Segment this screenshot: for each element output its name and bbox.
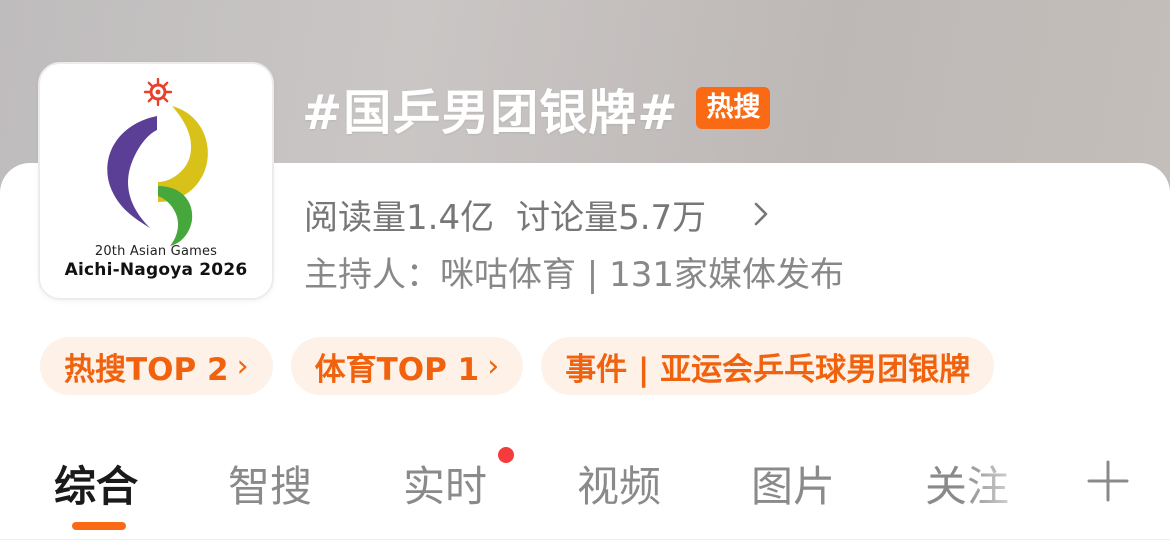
tab-realtime[interactable]: 实时 bbox=[403, 453, 487, 514]
hot-badge: 热搜 bbox=[696, 87, 771, 129]
new-content-dot bbox=[498, 447, 514, 463]
tab-smart-search[interactable]: 智搜 bbox=[228, 453, 312, 514]
topic-stats[interactable]: 阅读量1.4亿 讨论量5.7万 bbox=[304, 193, 776, 238]
topic-chips: 热搜TOP 2 › 体育TOP 1 › 事件 | 亚运会乒乓球男团银牌 bbox=[40, 337, 1012, 395]
discussion-count: 讨论量5.7万 bbox=[516, 197, 707, 238]
tab-scroll-fade bbox=[960, 445, 1080, 515]
topic-title: #国乒男团银牌# bbox=[302, 85, 679, 141]
tab-video[interactable]: 视频 bbox=[577, 453, 661, 514]
chevron-right-icon: › bbox=[236, 348, 249, 384]
chip-label: 热搜TOP 2 bbox=[64, 351, 229, 388]
result-tabs: 综合 智搜 实时 视频 图片 关注 bbox=[0, 445, 1170, 530]
asian-games-emblem-icon bbox=[107, 78, 208, 246]
chip-label: 体育TOP 1 bbox=[314, 351, 480, 388]
chip-label: 事件 | 亚运会乒乓球男团银牌 bbox=[565, 351, 971, 388]
tab-images[interactable]: 图片 bbox=[751, 453, 835, 514]
chip-hot-search-rank[interactable]: 热搜TOP 2 › bbox=[40, 337, 273, 395]
logo-caption-line2: Aichi-Nagoya 2026 bbox=[64, 260, 248, 280]
chip-sports-rank[interactable]: 体育TOP 1 › bbox=[290, 337, 524, 395]
topic-logo[interactable]: 20th Asian Games Aichi-Nagoya 2026 bbox=[38, 62, 274, 300]
tab-comprehensive[interactable]: 综合 bbox=[54, 453, 138, 514]
topic-title-row: #国乒男团银牌# 热搜 bbox=[302, 78, 771, 141]
host-info: 主持人：咪咕体育 | 131家媒体发布 bbox=[304, 254, 844, 295]
active-tab-indicator bbox=[72, 522, 126, 530]
chip-event[interactable]: 事件 | 亚运会乒乓球男团银牌 bbox=[541, 337, 995, 395]
plus-icon[interactable] bbox=[1086, 459, 1130, 503]
read-count: 阅读量1.4亿 bbox=[304, 197, 495, 238]
logo-caption-line1: 20th Asian Games bbox=[94, 244, 218, 259]
chevron-right-icon: › bbox=[487, 348, 500, 384]
chevron-right-icon[interactable] bbox=[746, 199, 776, 229]
